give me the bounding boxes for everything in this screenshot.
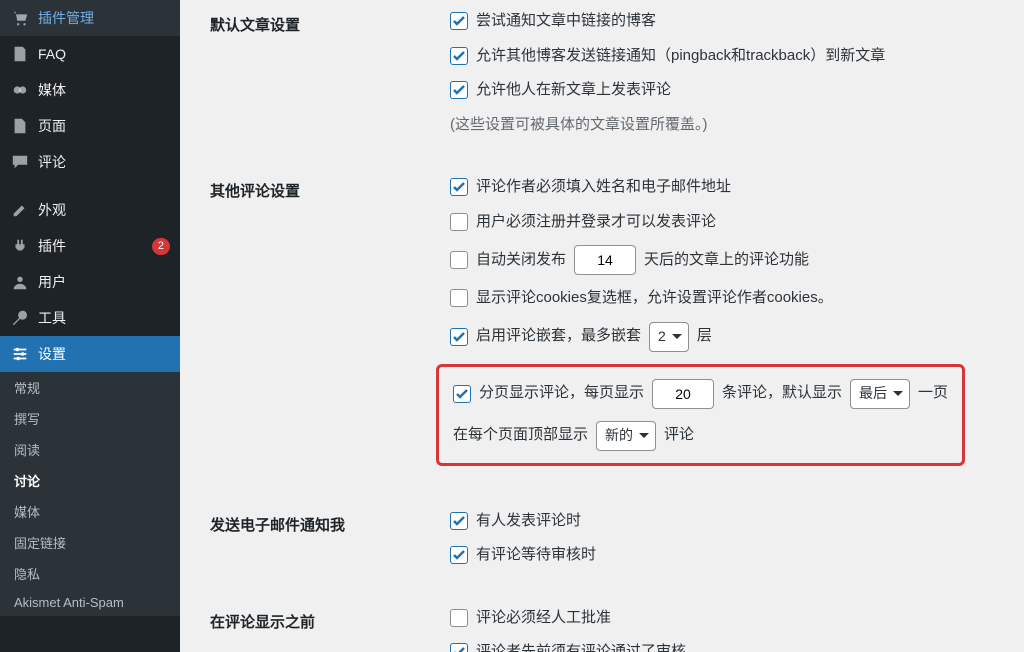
section-note: (这些设置可被具体的文章设置所覆盖。): [450, 114, 708, 137]
option-label: 显示评论cookies复选框，允许设置评论作者cookies。: [476, 287, 833, 310]
admin-sidebar: 插件管理 FAQ 媒体 页面 评论 外观 插件 2 用户: [0, 0, 180, 652]
notify-linked-checkbox[interactable]: [450, 12, 468, 30]
option-label: 启用评论嵌套，最多嵌套: [476, 325, 641, 348]
sidebar-item-comments[interactable]: 评论: [0, 144, 180, 180]
sidebar-item-label: 用户: [38, 272, 170, 292]
sidebar-item-plugins[interactable]: 插件 2: [0, 228, 180, 264]
section-title: 在评论显示之前: [210, 607, 450, 632]
section-title: 默认文章设置: [210, 10, 450, 35]
sidebar-item-label: 插件管理: [38, 8, 170, 28]
sidebar-item-plugins-manage[interactable]: 插件管理: [0, 0, 180, 36]
settings-panel: 默认文章设置 尝试通知文章中链接的博客 允许其他博客发送链接通知（pingbac…: [180, 0, 1024, 652]
update-badge: 2: [152, 238, 170, 255]
previously-approved-checkbox[interactable]: [450, 643, 468, 652]
option-label: 有评论等待审核时: [476, 544, 596, 567]
cart-icon: [10, 8, 30, 28]
sidebar-item-media[interactable]: 媒体: [0, 72, 180, 108]
settings-submenu: 常规 撰写 阅读 讨论 媒体 固定链接 隐私 Akismet Anti-Spam: [0, 372, 180, 616]
media-icon: [10, 80, 30, 100]
sidebar-item-tools[interactable]: 工具: [0, 300, 180, 336]
option-label: 允许其他博客发送链接通知（pingback和trackback）到新文章: [476, 45, 885, 68]
option-label: 自动关闭发布: [476, 249, 566, 272]
option-label: 允许他人在新文章上发表评论: [476, 79, 671, 102]
before-comment-appears: 在评论显示之前 评论必须经人工批准 评论者先前须有评论通过了审核: [210, 607, 1004, 652]
comments-per-page-input[interactable]: [652, 379, 714, 409]
option-label: 天后的文章上的评论功能: [644, 249, 809, 272]
page-comments-checkbox[interactable]: [453, 385, 471, 403]
threaded-comments-checkbox[interactable]: [450, 328, 468, 346]
allow-pingback-checkbox[interactable]: [450, 47, 468, 65]
sliders-icon: [10, 344, 30, 364]
brush-icon: [10, 200, 30, 220]
sidebar-item-pages[interactable]: 页面: [0, 108, 180, 144]
default-page-select[interactable]: 最后: [850, 379, 910, 409]
other-comment-settings: 其他评论设置 评论作者必须填入姓名和电子邮件地址 用户必须注册并登录才可以发表评…: [210, 176, 1004, 482]
section-title: 其他评论设置: [210, 176, 450, 201]
user-icon: [10, 272, 30, 292]
sidebar-item-appearance[interactable]: 外观: [0, 192, 180, 228]
sidebar-item-label: 媒体: [38, 80, 170, 100]
comment-icon: [10, 152, 30, 172]
sub-item-privacy[interactable]: 隐私: [0, 558, 180, 589]
email-me-settings: 发送电子邮件通知我 有人发表评论时 有评论等待审核时: [210, 510, 1004, 579]
email-on-moderation-checkbox[interactable]: [450, 546, 468, 564]
comment-order-select[interactable]: 新的: [596, 421, 656, 451]
sidebar-item-label: 设置: [38, 344, 170, 364]
sidebar-item-label: 页面: [38, 116, 170, 136]
option-label: 在每个页面顶部显示: [453, 424, 588, 447]
sidebar-item-label: 评论: [38, 152, 170, 172]
page-icon: [10, 116, 30, 136]
option-label: 尝试通知文章中链接的博客: [476, 10, 656, 33]
document-icon: [10, 44, 30, 64]
sub-item-permalinks[interactable]: 固定链接: [0, 527, 180, 558]
option-label: 用户必须注册并登录才可以发表评论: [476, 211, 716, 234]
thread-depth-select[interactable]: 2: [649, 322, 689, 352]
auto-close-checkbox[interactable]: [450, 251, 468, 269]
sub-item-akismet[interactable]: Akismet Anti-Spam: [0, 589, 180, 616]
sidebar-item-settings[interactable]: 设置: [0, 336, 180, 372]
plug-icon: [10, 236, 30, 256]
cookies-optin-checkbox[interactable]: [450, 289, 468, 307]
sub-item-discussion[interactable]: 讨论: [0, 465, 180, 496]
must-approve-checkbox[interactable]: [450, 609, 468, 627]
section-title: 发送电子邮件通知我: [210, 510, 450, 535]
sidebar-item-faq[interactable]: FAQ: [0, 36, 180, 72]
wrench-icon: [10, 308, 30, 328]
sidebar-item-users[interactable]: 用户: [0, 264, 180, 300]
option-label: 一页: [918, 382, 948, 405]
sidebar-item-label: 工具: [38, 308, 170, 328]
sidebar-item-label: FAQ: [38, 46, 170, 62]
sub-item-reading[interactable]: 阅读: [0, 434, 180, 465]
option-label: 评论作者必须填入姓名和电子邮件地址: [476, 176, 731, 199]
require-name-email-checkbox[interactable]: [450, 178, 468, 196]
sidebar-item-label: 外观: [38, 200, 170, 220]
email-on-comment-checkbox[interactable]: [450, 512, 468, 530]
option-label: 层: [697, 325, 712, 348]
sub-item-media[interactable]: 媒体: [0, 496, 180, 527]
option-label: 有人发表评论时: [476, 510, 581, 533]
default-article-settings: 默认文章设置 尝试通知文章中链接的博客 允许其他博客发送链接通知（pingbac…: [210, 10, 1004, 148]
auto-close-days-input[interactable]: [574, 245, 636, 275]
option-label: 评论者先前须有评论通过了审核: [476, 641, 686, 652]
allow-comments-checkbox[interactable]: [450, 81, 468, 99]
highlight-region: 分页显示评论，每页显示 条评论，默认显示 最后 一页 在每个页面顶部显示 新的 …: [436, 364, 965, 466]
must-register-checkbox[interactable]: [450, 213, 468, 231]
option-label: 评论: [664, 424, 694, 447]
sub-item-general[interactable]: 常规: [0, 372, 180, 403]
option-label: 评论必须经人工批准: [476, 607, 611, 630]
sub-item-writing[interactable]: 撰写: [0, 403, 180, 434]
option-label: 分页显示评论，每页显示: [479, 382, 644, 405]
option-label: 条评论，默认显示: [722, 382, 842, 405]
sidebar-item-label: 插件: [38, 236, 146, 256]
